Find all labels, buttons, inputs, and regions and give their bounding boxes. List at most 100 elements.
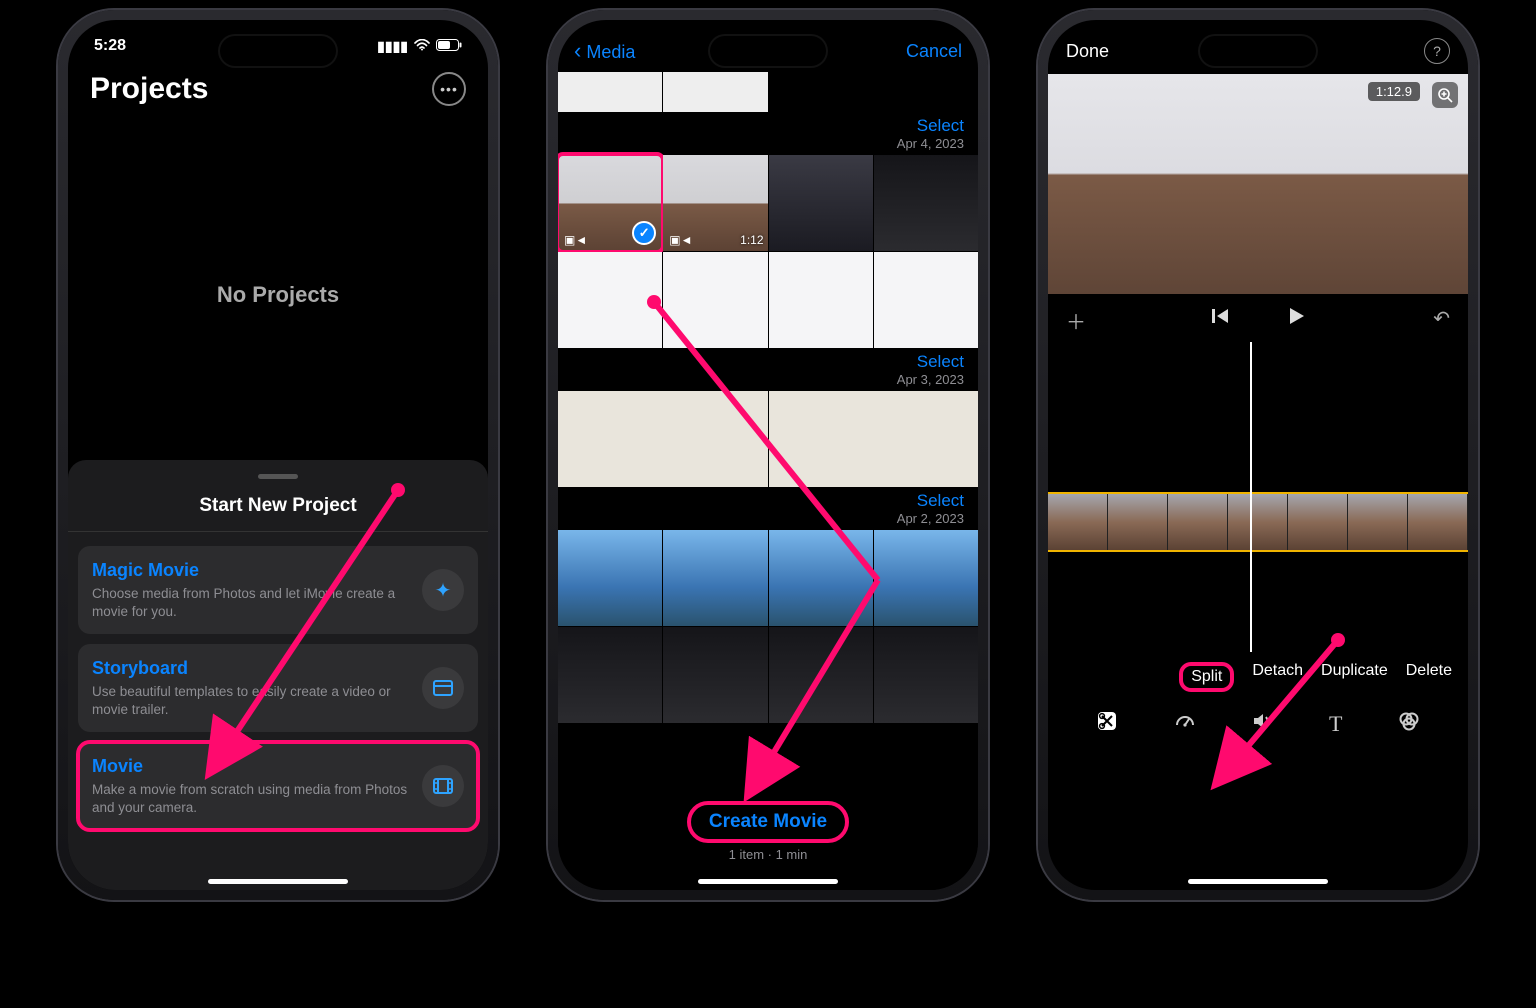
media-thumb[interactable] bbox=[874, 530, 978, 626]
phone-projects: 5:28 ▮▮▮▮ Projects ••• No Projects bbox=[58, 10, 498, 900]
film-icon bbox=[422, 765, 464, 807]
duration-label: 1:12 bbox=[740, 233, 763, 247]
clip-frame bbox=[1108, 494, 1168, 550]
duplicate-button[interactable]: Duplicate bbox=[1321, 662, 1388, 692]
phone-editor: Done My Movie ? 1:12.9 ＋ ↶ bbox=[1038, 10, 1478, 900]
undo-button[interactable]: ↶ bbox=[1433, 306, 1450, 331]
clip-frame bbox=[1228, 494, 1288, 550]
media-thumb[interactable] bbox=[558, 391, 768, 487]
media-thumb[interactable] bbox=[663, 72, 767, 112]
movie-card[interactable]: Movie Make a movie from scratch using me… bbox=[78, 742, 478, 830]
card-title: Magic Movie bbox=[92, 560, 408, 581]
storyboard-card[interactable]: Storyboard Use beautiful templates to ea… bbox=[78, 644, 478, 732]
titles-icon[interactable]: T bbox=[1329, 711, 1342, 737]
section-date: Apr 4, 2023 bbox=[897, 136, 964, 151]
video-icon: ▣◄ bbox=[669, 233, 692, 247]
media-thumb[interactable] bbox=[558, 252, 662, 348]
media-thumb[interactable] bbox=[874, 252, 978, 348]
clip-frame bbox=[1288, 494, 1348, 550]
card-desc: Use beautiful templates to easily create… bbox=[92, 683, 408, 718]
zoom-button[interactable] bbox=[1432, 82, 1458, 108]
play-button[interactable] bbox=[1286, 306, 1306, 332]
card-title: Movie bbox=[92, 756, 408, 777]
clip-frame bbox=[1168, 494, 1228, 550]
transport-bar: ＋ ↶ bbox=[1048, 294, 1468, 342]
signal-icon: ▮▮▮▮ bbox=[377, 38, 408, 55]
clip-strip[interactable] bbox=[1048, 492, 1468, 552]
sheet-title: Start New Project bbox=[68, 487, 488, 531]
video-icon: ▣◄ bbox=[564, 233, 587, 247]
home-indicator[interactable] bbox=[1188, 879, 1328, 884]
split-button[interactable]: Split bbox=[1179, 662, 1234, 692]
add-media-button[interactable]: ＋ bbox=[1066, 306, 1086, 335]
media-thumb[interactable] bbox=[769, 391, 979, 487]
media-thumb[interactable] bbox=[558, 530, 662, 626]
new-project-sheet: Start New Project Magic Movie Choose med… bbox=[68, 460, 488, 890]
media-thumb[interactable] bbox=[874, 155, 978, 251]
status-time: 5:28 bbox=[94, 37, 126, 55]
media-thumb-selected[interactable]: ▣◄ ✓ bbox=[558, 155, 662, 251]
section-date: Apr 2, 2023 bbox=[897, 511, 964, 526]
divider bbox=[68, 531, 488, 532]
card-desc: Choose media from Photos and let iMovie … bbox=[92, 585, 408, 620]
media-thumb[interactable] bbox=[874, 627, 978, 723]
media-thumb[interactable] bbox=[663, 530, 767, 626]
select-button[interactable]: Select bbox=[917, 116, 964, 136]
sheet-grabber[interactable] bbox=[258, 474, 298, 479]
volume-icon[interactable] bbox=[1251, 710, 1273, 738]
back-media-button[interactable]: ‹ Media bbox=[574, 38, 635, 64]
card-title: Storyboard bbox=[92, 658, 408, 679]
storyboard-icon bbox=[422, 667, 464, 709]
magic-wand-icon: ✦ bbox=[422, 569, 464, 611]
clip-frame bbox=[1348, 494, 1408, 550]
media-thumb[interactable]: ▣◄ 1:12 bbox=[663, 155, 767, 251]
empty-state-label: No Projects bbox=[68, 112, 488, 308]
create-movie-button[interactable]: Create Movie bbox=[687, 801, 849, 843]
page-title: Projects bbox=[90, 72, 208, 106]
editor-toolbar: T bbox=[1048, 698, 1468, 738]
help-button[interactable]: ? bbox=[1424, 38, 1450, 64]
speed-icon[interactable] bbox=[1174, 710, 1196, 738]
tutorial-composite: 5:28 ▮▮▮▮ Projects ••• No Projects bbox=[0, 0, 1536, 1008]
media-thumb[interactable] bbox=[663, 252, 767, 348]
dynamic-island bbox=[1198, 34, 1318, 68]
video-preview[interactable]: 1:12.9 bbox=[1048, 74, 1468, 294]
phone-media-picker: ‹ Media Moments Cancel Select Apr 4, 202… bbox=[548, 10, 988, 900]
dynamic-island bbox=[218, 34, 338, 68]
chevron-left-icon: ‹ bbox=[574, 38, 581, 63]
done-button[interactable]: Done bbox=[1066, 41, 1109, 62]
dynamic-island bbox=[708, 34, 828, 68]
home-indicator[interactable] bbox=[208, 879, 348, 884]
media-thumb[interactable] bbox=[769, 252, 873, 348]
media-thumb[interactable] bbox=[558, 627, 662, 723]
wifi-icon bbox=[414, 38, 430, 54]
clip-frame bbox=[1048, 494, 1108, 550]
status-icons: ▮▮▮▮ bbox=[377, 38, 462, 55]
media-thumb[interactable] bbox=[769, 530, 873, 626]
select-button[interactable]: Select bbox=[917, 352, 964, 372]
magic-movie-card[interactable]: Magic Movie Choose media from Photos and… bbox=[78, 546, 478, 634]
delete-button[interactable]: Delete bbox=[1406, 662, 1452, 692]
select-button[interactable]: Select bbox=[917, 491, 964, 511]
home-indicator[interactable] bbox=[698, 879, 838, 884]
timecode-label: 1:12.9 bbox=[1368, 82, 1420, 101]
skip-back-button[interactable] bbox=[1210, 306, 1230, 332]
media-thumb[interactable] bbox=[769, 627, 873, 723]
section-date: Apr 3, 2023 bbox=[897, 372, 964, 387]
media-thumb[interactable] bbox=[558, 72, 662, 112]
partial-thumb-row bbox=[558, 72, 978, 112]
card-desc: Make a movie from scratch using media fr… bbox=[92, 781, 408, 816]
clip-actions: Split Detach Duplicate Delete bbox=[1048, 652, 1468, 698]
playhead[interactable] bbox=[1250, 342, 1252, 652]
timeline[interactable] bbox=[1048, 342, 1468, 652]
checkmark-icon: ✓ bbox=[632, 221, 656, 245]
media-thumb[interactable] bbox=[663, 627, 767, 723]
scissors-icon[interactable] bbox=[1096, 710, 1118, 738]
filters-icon[interactable] bbox=[1398, 710, 1420, 738]
detach-button[interactable]: Detach bbox=[1252, 662, 1303, 692]
cancel-button[interactable]: Cancel bbox=[906, 41, 962, 62]
more-button[interactable]: ••• bbox=[432, 72, 466, 106]
clip-frame bbox=[1408, 494, 1468, 550]
footer-subtitle: 1 item · 1 min bbox=[729, 847, 808, 862]
media-thumb[interactable] bbox=[769, 155, 873, 251]
